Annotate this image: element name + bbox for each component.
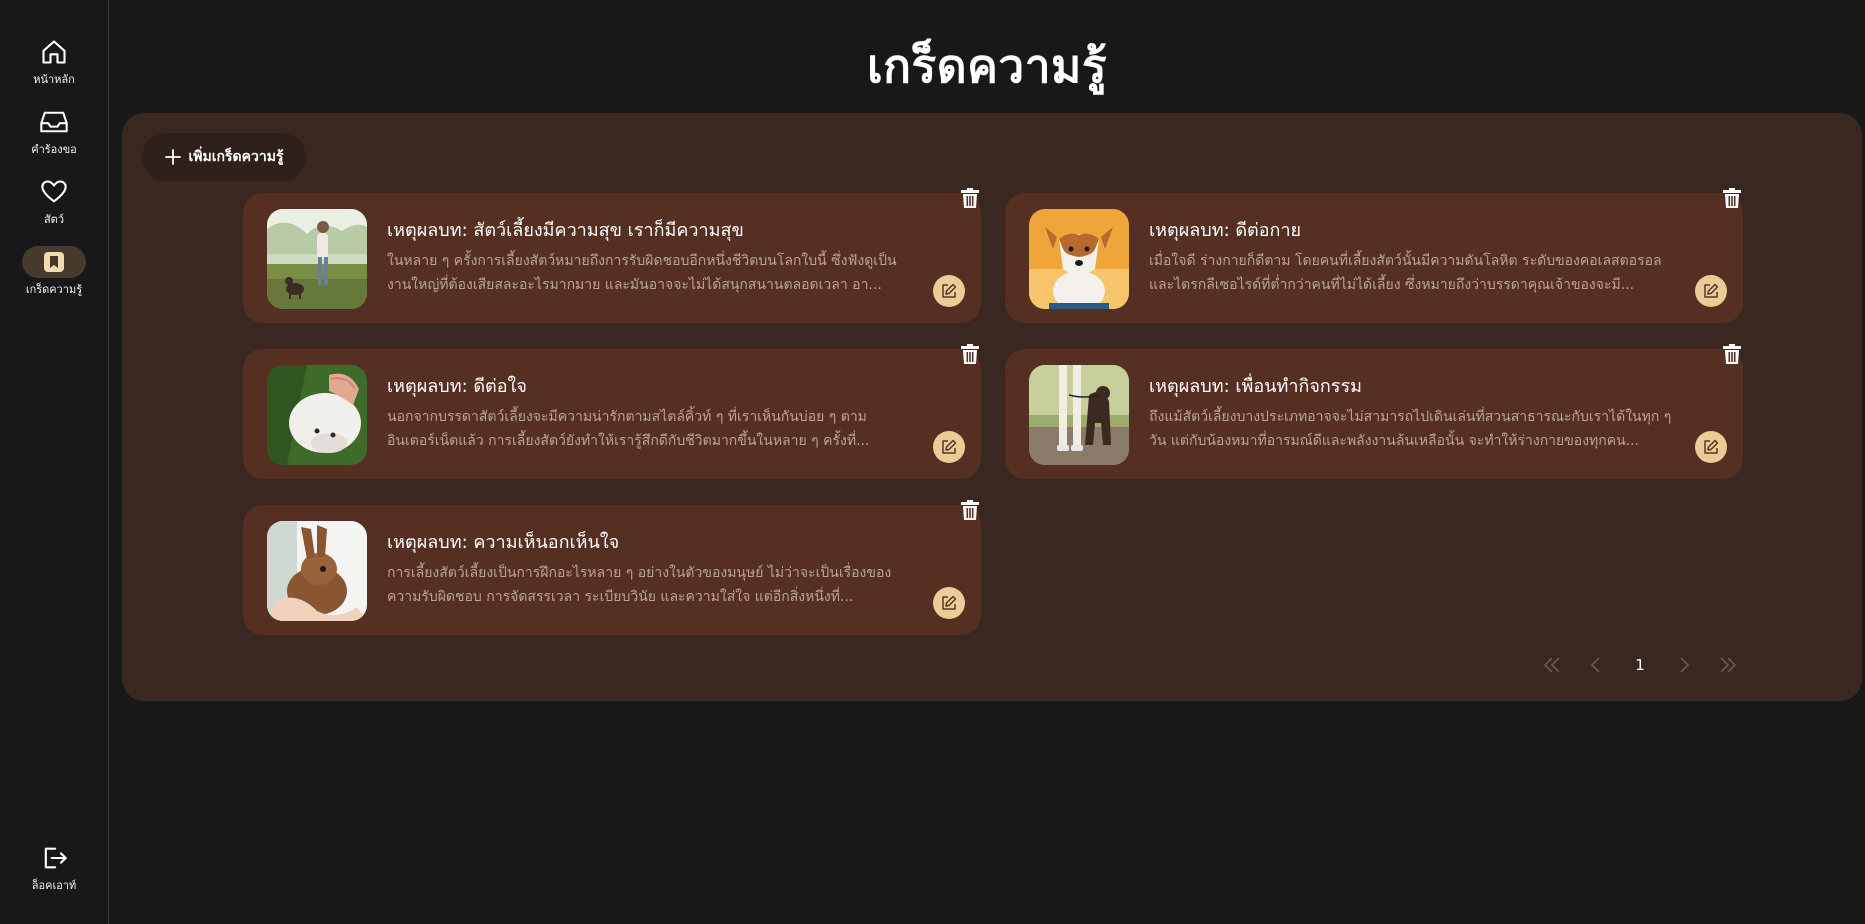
chevron-left-icon [1590, 657, 1600, 673]
card-image [1029, 365, 1129, 465]
card-image [1029, 209, 1129, 309]
nav-label-animals: สัตว์ [43, 213, 65, 226]
edit-button[interactable] [933, 431, 965, 463]
knowledge-card[interactable]: เหตุผลบท: เพื่อนทำกิจกรรม ถึงแม้สัตว์เลี… [1005, 344, 1743, 479]
nav-label-requests: คำร้องขอ [31, 143, 77, 156]
heart-icon [41, 180, 67, 203]
card-text: ถึงแม้สัตว์เลี้ยงบางประเภทอาจจะไม่สามารถ… [1149, 409, 1672, 449]
card-title: เหตุผลบท: เพื่อนทำกิจกรรม [1149, 376, 1363, 397]
card-title: เหตุผลบท: ความเห็นอกเห็นใจ [387, 532, 620, 553]
card-text: เมื่อใจดี ร่างกายก็ดีตาม โดยคนที่เลี้ยงส… [1149, 253, 1662, 293]
edit-button[interactable] [933, 275, 965, 307]
edit-icon [1704, 439, 1719, 454]
plus-icon [164, 149, 181, 165]
nav-item-home[interactable]: หน้าหลัก [0, 36, 108, 88]
jack-russell-dog-image [1029, 209, 1129, 309]
bookmark-icon [44, 252, 64, 272]
edit-icon [942, 595, 957, 610]
card-title: เหตุผลบท: สัตว์เลี้ยงมีความสุข เราก็มีคว… [387, 220, 744, 241]
card-image [267, 365, 367, 465]
chevron-right-icon [1680, 657, 1690, 673]
knowledge-card[interactable]: เหตุผลบท: สัตว์เลี้ยงมีความสุข เราก็มีคว… [243, 188, 981, 323]
nav-label-home: หน้าหลัก [33, 73, 75, 86]
page-title: เกร็ดความรู้ [866, 39, 1108, 93]
card-text: การเลี้ยงสัตว์เลี้ยงเป็นการฝึกอะไรหลาย ๆ… [387, 565, 892, 605]
logout-icon [44, 847, 67, 869]
nav-item-knowledge[interactable]: เกร็ดความรู้ [0, 246, 108, 298]
first-page-button[interactable] [1530, 650, 1574, 680]
knowledge-card[interactable]: เหตุผลบท: ดีต่อกาย เมื่อใจดี ร่างกายก็ดี… [1005, 188, 1743, 323]
nav-label-knowledge: เกร็ดความรู้ [25, 283, 83, 296]
card-text: ในหลาย ๆ ครั้งการเลี้ยงสัตว์หมายถึงการรั… [387, 253, 897, 293]
logout-icon-wrap [22, 842, 86, 874]
edit-icon [1704, 283, 1719, 298]
bookmark-icon-wrap [22, 246, 86, 278]
delete-button[interactable] [957, 185, 983, 211]
card-text: นอกจากบรรดาสัตว์เลี้ยงจะมีความน่ารักตามส… [387, 409, 870, 449]
last-page-button[interactable] [1706, 650, 1750, 680]
card-title: เหตุผลบท: ดีต่อใจ [387, 376, 527, 397]
card-image [267, 209, 367, 309]
nav-item-animals[interactable]: สัตว์ [0, 176, 108, 228]
edit-button[interactable] [1695, 275, 1727, 307]
home-icon [42, 40, 66, 64]
trash-icon [961, 344, 979, 364]
trash-icon [1723, 188, 1741, 208]
delete-button[interactable] [957, 341, 983, 367]
add-knowledge-label: เพิ่มเกร็ดความรู้ [188, 149, 284, 165]
delete-button[interactable] [1719, 185, 1745, 211]
knowledge-card[interactable]: เหตุผลบท: ความเห็นอกเห็นใจ การเลี้ยงสัตว… [243, 500, 981, 635]
person-walking-dog-image [1029, 365, 1129, 465]
pagination: 1 [1530, 650, 1750, 680]
prev-page-button[interactable] [1574, 650, 1618, 680]
rabbit-image [267, 521, 367, 621]
woman-walking-dog-image [267, 209, 367, 309]
edit-button[interactable] [1695, 431, 1727, 463]
card-image [267, 521, 367, 621]
delete-button[interactable] [1719, 341, 1745, 367]
nav-label-logout: ล็อคเอาท์ [31, 879, 77, 892]
white-cat-image [267, 365, 367, 465]
edit-button[interactable] [933, 587, 965, 619]
edit-icon [942, 439, 957, 454]
home-icon-wrap [22, 36, 86, 68]
nav-item-logout[interactable]: ล็อคเอาท์ [0, 842, 108, 894]
edit-icon [942, 283, 957, 298]
inbox-icon-wrap [22, 106, 86, 138]
trash-icon [1723, 344, 1741, 364]
trash-icon [961, 500, 979, 520]
double-chevron-left-icon [1543, 657, 1560, 673]
sidebar: หน้าหลัก คำร้องขอ สัตว์ เกร็ดความรู้ ล็อ… [0, 0, 109, 924]
nav-item-requests[interactable]: คำร้องขอ [0, 106, 108, 158]
inbox-icon [40, 111, 68, 133]
heart-icon-wrap [22, 176, 86, 208]
double-chevron-right-icon [1720, 657, 1737, 673]
next-page-button[interactable] [1662, 650, 1706, 680]
trash-icon [961, 188, 979, 208]
delete-button[interactable] [957, 497, 983, 523]
knowledge-card[interactable]: เหตุผลบท: ดีต่อใจ นอกจากบรรดาสัตว์เลี้ยง… [243, 344, 981, 479]
add-knowledge-button[interactable]: เพิ่มเกร็ดความรู้ [142, 133, 306, 181]
current-page[interactable]: 1 [1618, 650, 1662, 680]
card-title: เหตุผลบท: ดีต่อกาย [1149, 220, 1302, 241]
